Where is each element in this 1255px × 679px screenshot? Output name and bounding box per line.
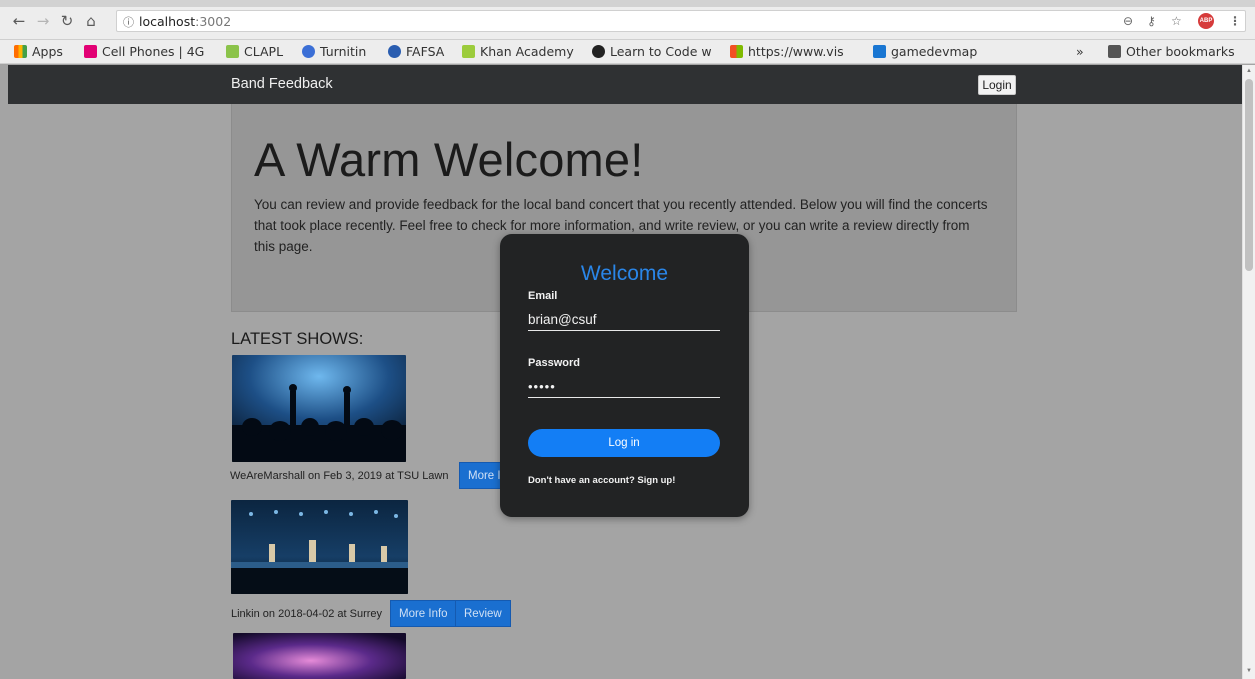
- show-2-more-info-button[interactable]: More Info: [390, 600, 457, 627]
- bookmarks-bar: Apps Cell Phones | 4G CLAPL Turnitin FAF…: [0, 40, 1255, 64]
- site-navbar: Band Feedback Login: [8, 65, 1242, 104]
- key-icon[interactable]: ⚷: [1147, 14, 1156, 28]
- fafsa-icon: [388, 45, 401, 58]
- bookmark-khan-academy[interactable]: Khan Academy: [462, 44, 574, 60]
- login-modal: Welcome Email Password Log in Don't have…: [500, 234, 749, 517]
- bookmark-cell-phones[interactable]: Cell Phones | 4G: [84, 44, 204, 60]
- tab-strip: [0, 0, 1255, 7]
- show-caption-2: Linkin on 2018-04-02 at Surrey: [231, 608, 383, 620]
- modal-title: Welcome: [580, 262, 669, 285]
- gamedevmap-icon: [873, 45, 886, 58]
- show-image-3: [233, 633, 406, 679]
- page-title: A Warm Welcome!: [254, 133, 644, 186]
- latest-shows-heading: LATEST SHOWS:: [231, 330, 364, 348]
- show-caption-1: WeAreMarshall on Feb 3, 2019 at TSU Lawn: [230, 470, 449, 482]
- github-icon: [592, 45, 605, 58]
- show-image-2: [231, 500, 408, 594]
- more-bookmarks-icon[interactable]: »: [1076, 44, 1084, 60]
- scroll-up-icon[interactable]: ▲: [1246, 68, 1252, 74]
- back-icon[interactable]: ←: [10, 12, 28, 30]
- scroll-down-icon[interactable]: ▼: [1246, 668, 1252, 674]
- brand-link[interactable]: Band Feedback: [231, 76, 333, 92]
- password-field[interactable]: [528, 376, 720, 398]
- turnitin-icon: [302, 45, 315, 58]
- scroll-thumb[interactable]: [1245, 79, 1253, 271]
- microsoft-icon: [730, 45, 743, 58]
- bookmark-fafsa[interactable]: FAFSA: [388, 44, 444, 60]
- adblock-icon[interactable]: ABP: [1198, 13, 1214, 29]
- bookmark-clapl[interactable]: CLAPL: [226, 44, 283, 60]
- apps-grid-icon: [14, 45, 27, 58]
- show-2-review-button[interactable]: Review: [455, 600, 511, 627]
- signup-link[interactable]: Don't have an account? Sign up!: [528, 475, 675, 486]
- bookmark-apps[interactable]: Apps: [14, 44, 63, 60]
- clapl-icon: [226, 45, 239, 58]
- info-icon[interactable]: ⓘ: [123, 14, 134, 30]
- home-icon[interactable]: ⌂: [82, 12, 100, 30]
- star-icon[interactable]: ☆: [1171, 14, 1182, 28]
- other-bookmarks[interactable]: Other bookmarks: [1108, 44, 1235, 60]
- navbar-login-button[interactable]: Login: [978, 75, 1016, 95]
- page-scrollbar[interactable]: ▲ ▼: [1242, 65, 1255, 679]
- bookmark-gamedevmap[interactable]: gamedevmap: [873, 44, 977, 60]
- bookmark-learn-to-code[interactable]: Learn to Code w: [592, 44, 712, 60]
- email-field[interactable]: [528, 309, 720, 331]
- address-bar[interactable]: ⓘ localhost:3002 ⊖ ⚷ ☆ ABP ⋮: [116, 10, 1246, 32]
- forward-icon[interactable]: →: [34, 12, 52, 30]
- bookmark-turnitin[interactable]: Turnitin: [302, 44, 366, 60]
- zoom-icon[interactable]: ⊖: [1123, 14, 1133, 28]
- khan-academy-icon: [462, 45, 475, 58]
- folder-icon: [1108, 45, 1121, 58]
- password-label: Password: [528, 357, 580, 369]
- email-label: Email: [528, 290, 558, 302]
- show-image-1: [232, 355, 406, 462]
- tmobile-icon: [84, 45, 97, 58]
- reload-icon[interactable]: ↻: [58, 12, 76, 30]
- menu-icon[interactable]: ⋮: [1229, 14, 1241, 28]
- bookmark-vis[interactable]: https://www.vis: [730, 44, 844, 60]
- browser-toolbar: ← → ↻ ⌂ ⓘ localhost:3002 ⊖ ⚷ ☆ ABP ⋮: [0, 0, 1255, 40]
- url-text: localhost:3002: [139, 14, 232, 29]
- login-submit-button[interactable]: Log in: [528, 429, 720, 457]
